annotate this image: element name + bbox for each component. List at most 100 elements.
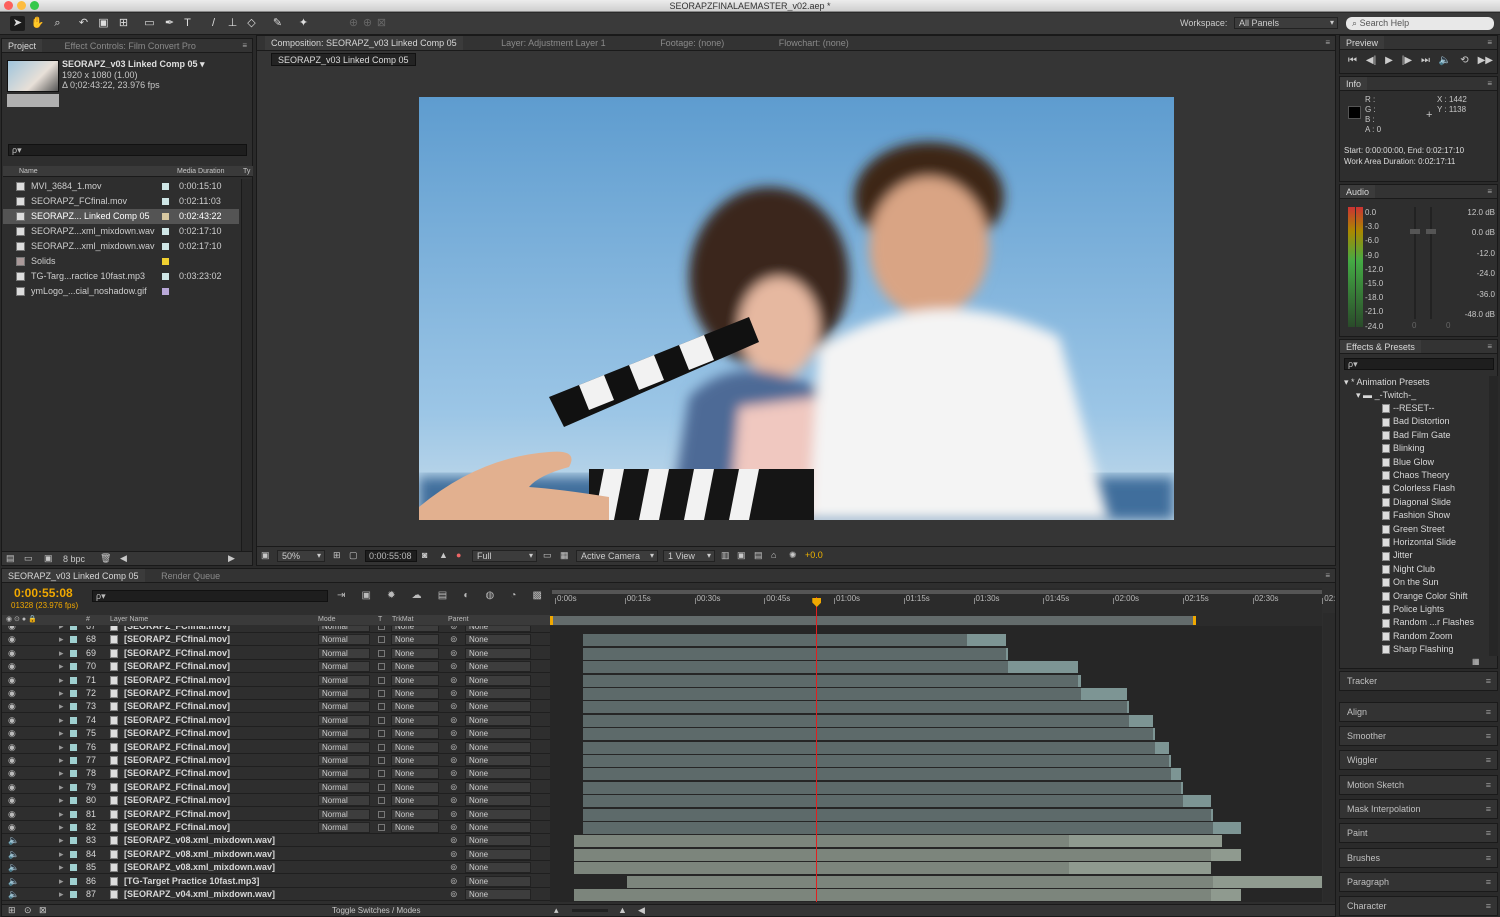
type-tool-icon[interactable]: T	[180, 16, 195, 31]
clone-stamp-tool-icon[interactable]: ⊥	[225, 16, 240, 31]
layer-bar-dimmed[interactable]	[583, 634, 967, 647]
expand-modes-icon[interactable]: ⊙	[24, 905, 32, 916]
timeline-icon[interactable]: ▤	[754, 550, 763, 561]
preset-item[interactable]: Bad Distortion	[1340, 415, 1450, 428]
view-layout-dropdown[interactable]: 1 View	[663, 550, 715, 562]
layer-label-swatch[interactable]	[70, 864, 77, 872]
magnification-dropdown[interactable]: 50%	[277, 550, 325, 562]
new-comp-icon[interactable]: ▣	[44, 553, 53, 564]
motion-blur-icon[interactable]: ◐	[463, 590, 469, 601]
preset-item[interactable]: Random Zoom	[1340, 630, 1453, 643]
toggle-pixel-aspect-icon[interactable]: ▥	[721, 550, 730, 561]
layer-bar-active[interactable]	[1213, 822, 1241, 834]
disclosure-icon[interactable]: ▾	[1356, 390, 1361, 400]
tab-effect-controls[interactable]: Effect Controls: Film Convert Pro	[59, 39, 202, 52]
layer-bar-dimmed[interactable]	[583, 701, 1128, 714]
layer-row[interactable]: ◉ ▸ 76 [SEORAPZ_FCfinal.mov] Normal None ⊚ None	[2, 741, 550, 754]
expand-arrow-icon[interactable]: ▸	[59, 861, 64, 873]
preserve-transparency-box[interactable]	[378, 716, 385, 724]
video-visibility-icon[interactable]: ◉	[8, 647, 16, 659]
track-matte-dropdown[interactable]: None	[391, 822, 439, 833]
project-item[interactable]: Solids	[3, 254, 239, 269]
channel-icon[interactable]: ●	[456, 550, 461, 560]
layer-bar-active[interactable]	[1078, 674, 1081, 687]
tab-render-queue[interactable]: Render Queue	[155, 569, 226, 582]
layer-bar-dimmed[interactable]	[573, 835, 1069, 848]
axis-world-icon[interactable]: ⊕	[360, 16, 375, 31]
layer-bar-active[interactable]	[1210, 889, 1241, 901]
label-color-swatch[interactable]	[162, 213, 169, 220]
layer-label-swatch[interactable]	[70, 757, 77, 764]
layer-name[interactable]: [SEORAPZ_FCfinal.mov]	[124, 781, 230, 793]
minimize-window-button[interactable]	[17, 1, 26, 10]
project-search-input[interactable]: ρ▾	[8, 144, 247, 156]
layer-bar-active[interactable]	[1080, 688, 1128, 700]
expand-arrow-icon[interactable]: ▸	[59, 821, 64, 833]
preserve-transparency-box[interactable]	[378, 626, 385, 630]
audio-slider-track-l[interactable]	[1414, 207, 1416, 319]
expand-arrow-icon[interactable]: ▸	[59, 754, 64, 766]
tree-folder[interactable]: ▾ ▬ _-Twitch-_	[1340, 389, 1416, 402]
video-visibility-icon[interactable]: ◉	[8, 754, 16, 766]
video-visibility-icon[interactable]: ◉	[8, 714, 16, 726]
layer-row[interactable]: 🔈 ▸ 85 [SEORAPZ_v08.xml_mixdown.wav] ⊚ None	[2, 861, 550, 875]
track-matte-dropdown[interactable]: None	[391, 728, 439, 740]
preset-item[interactable]: Jitter	[1340, 549, 1413, 562]
loop-icon[interactable]: ⟲	[1460, 55, 1468, 66]
video-visibility-icon[interactable]: ◉	[8, 626, 16, 632]
layer-bar-dimmed[interactable]	[583, 741, 1155, 754]
layer-row[interactable]: 🔈 ▸ 83 [SEORAPZ_v08.xml_mixdown.wav] ⊚ None	[2, 834, 550, 848]
preset-item[interactable]: Random ...r Flashes	[1340, 616, 1474, 629]
preserve-transparency-box[interactable]	[378, 797, 385, 805]
layer-label-swatch[interactable]	[70, 636, 77, 644]
graph-editor-icon[interactable]: ▩	[533, 590, 542, 601]
layer-row[interactable]: ◉ ▸ 71 [SEORAPZ_FCfinal.mov] Normal None ⊚ None	[2, 674, 550, 687]
layer-row[interactable]: ◉ ▸ 70 [SEORAPZ_FCfinal.mov] Normal None ⊚ None	[2, 660, 550, 674]
layer-name[interactable]: [SEORAPZ_FCfinal.mov]	[124, 727, 230, 739]
video-visibility-icon[interactable]: ◉	[8, 821, 16, 833]
scroll-left-icon[interactable]: ◀	[638, 905, 645, 916]
layer-label-swatch[interactable]	[70, 877, 77, 885]
zoom-window-button[interactable]	[30, 1, 39, 10]
audio-icon[interactable]: 🔈	[8, 834, 19, 846]
pick-whip-icon[interactable]: ⊚	[450, 834, 458, 846]
layer-name[interactable]: [SEORAPZ_FCfinal.mov]	[124, 714, 230, 726]
track-matte-dropdown[interactable]: None	[391, 661, 439, 673]
zoom-slider[interactable]	[572, 909, 608, 912]
auto-keyframe-icon[interactable]: ◔	[510, 590, 516, 601]
exposure-reset-icon[interactable]: ✺	[789, 550, 797, 561]
blend-mode-dropdown[interactable]: Normal	[318, 714, 370, 726]
parent-dropdown[interactable]: None	[465, 688, 531, 699]
tab-preview[interactable]: Preview	[1340, 36, 1385, 49]
layer-bar-dimmed[interactable]	[627, 875, 1214, 888]
tab-effects-presets[interactable]: Effects & Presets	[1340, 340, 1421, 353]
pick-whip-icon[interactable]: ⊚	[450, 808, 458, 820]
parent-dropdown[interactable]: None	[465, 626, 531, 632]
flowchart-icon[interactable]: ⌂	[771, 550, 776, 560]
pick-whip-icon[interactable]: ⊚	[450, 660, 458, 672]
track-matte-dropdown[interactable]: None	[391, 768, 439, 780]
preserve-transparency-box[interactable]	[378, 810, 385, 818]
track-matte-dropdown[interactable]: None	[391, 634, 439, 646]
show-snapshot-icon[interactable]: ▲	[439, 550, 448, 560]
collapsed-panel-paint[interactable]: Paint	[1339, 823, 1498, 843]
video-visibility-icon[interactable]: ◉	[8, 674, 16, 686]
pick-whip-icon[interactable]: ⊚	[450, 674, 458, 686]
expand-arrow-icon[interactable]: ▸	[59, 848, 64, 860]
audio-slider-thumb-l[interactable]	[1410, 229, 1420, 234]
col-type[interactable]: Ty	[243, 166, 250, 177]
layer-name[interactable]: [SEORAPZ_v08.xml_mixdown.wav]	[124, 834, 275, 846]
layer-bar-active[interactable]	[1210, 848, 1241, 861]
pick-whip-icon[interactable]: ⊚	[450, 888, 458, 900]
blend-mode-dropdown[interactable]: Normal	[318, 728, 370, 740]
always-preview-icon[interactable]: ▣	[261, 550, 270, 561]
pick-whip-icon[interactable]: ⊚	[450, 727, 458, 739]
layer-bar-active[interactable]	[1127, 701, 1130, 714]
layer-bar-active[interactable]	[1182, 795, 1211, 808]
layer-bar-active[interactable]	[1006, 647, 1009, 660]
search-help-input[interactable]: ⌕ Search Help	[1346, 17, 1494, 30]
expand-arrow-icon[interactable]: ▸	[59, 888, 64, 900]
video-visibility-icon[interactable]: ◉	[8, 794, 16, 806]
layer-bar-dimmed[interactable]	[583, 755, 1169, 767]
preset-item[interactable]: Green Street	[1340, 523, 1445, 536]
